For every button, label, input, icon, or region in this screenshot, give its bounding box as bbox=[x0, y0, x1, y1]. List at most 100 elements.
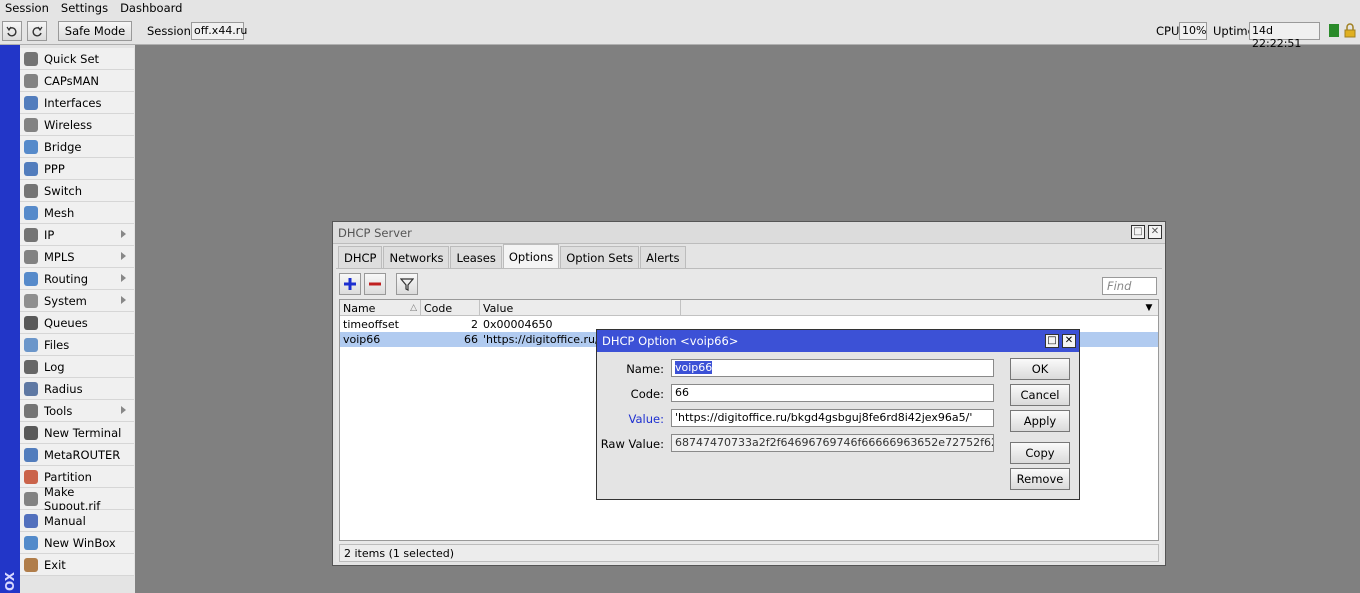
submenu-arrow-icon bbox=[121, 230, 126, 238]
code-label: Code: bbox=[630, 387, 664, 401]
sidebar-item-switch[interactable]: Switch bbox=[20, 180, 134, 202]
sidebar-item-label: New Terminal bbox=[44, 425, 122, 440]
terminal-icon bbox=[24, 426, 38, 440]
code-field[interactable]: 66 bbox=[671, 384, 994, 402]
menu-session[interactable]: Session bbox=[5, 1, 49, 15]
sidebar-item-manual[interactable]: Manual bbox=[20, 510, 134, 532]
sidebar-item-bridge[interactable]: Bridge bbox=[20, 136, 134, 158]
sidebar-item-wireless[interactable]: Wireless bbox=[20, 114, 134, 136]
tab-dhcp[interactable]: DHCP bbox=[338, 246, 383, 268]
sidebar-item-ppp[interactable]: PPP bbox=[20, 158, 134, 180]
sidebar-item-tools[interactable]: Tools bbox=[20, 400, 134, 422]
sidebar-item-mesh[interactable]: Mesh bbox=[20, 202, 134, 224]
window-title: DHCP Server bbox=[338, 225, 412, 240]
tab-alerts[interactable]: Alerts bbox=[640, 246, 686, 268]
window-titlebar[interactable]: DHCP Server □ ✕ bbox=[333, 222, 1165, 244]
sidebar-item-label: Quick Set bbox=[44, 51, 100, 66]
column-header-name[interactable]: Name △ bbox=[340, 300, 421, 316]
sidebar-item-mpls[interactable]: MPLS bbox=[20, 246, 134, 268]
filter-button[interactable] bbox=[396, 273, 418, 295]
undo-button[interactable] bbox=[2, 21, 22, 41]
winbox-icon bbox=[24, 536, 38, 550]
cell-code: 66 bbox=[464, 333, 478, 346]
maximize-icon: □ bbox=[1133, 226, 1143, 237]
status-bar: 2 items (1 selected) bbox=[339, 544, 1159, 562]
menu-dashboard[interactable]: Dashboard bbox=[120, 1, 182, 15]
status-indicator bbox=[1329, 24, 1339, 37]
value-field[interactable]: 'https://digitoffice.ru/bkgd4gsbguj8fe6r… bbox=[671, 409, 994, 427]
cancel-button[interactable]: Cancel bbox=[1010, 384, 1070, 406]
sidebar-item-make-supout-rif[interactable]: Make Supout.rif bbox=[20, 485, 134, 513]
column-header-value[interactable]: Value bbox=[480, 300, 681, 316]
tab-options[interactable]: Options bbox=[502, 244, 560, 268]
sidebar-item-label: Exit bbox=[44, 557, 66, 572]
remove-option-button[interactable]: Remove bbox=[1010, 468, 1070, 490]
tab-leases[interactable]: Leases bbox=[450, 246, 502, 268]
session-label: Session: bbox=[147, 24, 195, 38]
maximize-icon: □ bbox=[1047, 335, 1057, 346]
sidebar-item-label: Mesh bbox=[44, 205, 75, 220]
remove-button[interactable] bbox=[364, 273, 386, 295]
redo-icon bbox=[32, 26, 43, 37]
sidebar-item-ip[interactable]: IP bbox=[20, 224, 134, 246]
sidebar-item-label: Log bbox=[44, 359, 65, 374]
close-button[interactable]: ✕ bbox=[1148, 225, 1162, 239]
sidebar: OX Quick Set CAPsMAN Interfaces Wireless Bri… bbox=[0, 45, 135, 593]
tab-bar: DHCP Networks Leases Options Option Sets Aler… bbox=[338, 244, 687, 268]
ppp-icon bbox=[24, 162, 38, 176]
column-header-code[interactable]: Code bbox=[421, 300, 480, 316]
dialog-close-button[interactable]: ✕ bbox=[1062, 334, 1076, 348]
add-button[interactable] bbox=[339, 273, 361, 295]
sidebar-item-files[interactable]: Files bbox=[20, 334, 134, 356]
sidebar-item-label: MPLS bbox=[44, 249, 75, 264]
filter-icon bbox=[400, 278, 414, 291]
tab-option-sets[interactable]: Option Sets bbox=[560, 246, 640, 268]
mpls-icon bbox=[24, 250, 38, 264]
log-icon bbox=[24, 360, 38, 374]
raw-value-label: Raw Value: bbox=[600, 437, 664, 451]
sidebar-item-label: Routing bbox=[44, 271, 89, 286]
sidebar-item-queues[interactable]: Queues bbox=[20, 312, 134, 334]
column-menu-button[interactable]: ▼ bbox=[1142, 301, 1156, 314]
sidebar-item-label: Tools bbox=[44, 403, 73, 418]
folder-icon bbox=[24, 338, 38, 352]
find-input[interactable]: Find bbox=[1102, 277, 1157, 295]
sidebar-item-system[interactable]: System bbox=[20, 290, 134, 312]
name-field[interactable]: voip66 bbox=[671, 359, 994, 377]
sidebar-item-label: System bbox=[44, 293, 87, 308]
tools-icon bbox=[24, 404, 38, 418]
gear-icon bbox=[24, 294, 38, 308]
sidebar-item-label: Wireless bbox=[44, 117, 93, 132]
lock-icon bbox=[1344, 23, 1356, 38]
sidebar-item-label: CAPsMAN bbox=[44, 73, 100, 88]
sidebar-item-log[interactable]: Log bbox=[20, 356, 134, 378]
copy-button[interactable]: Copy bbox=[1010, 442, 1070, 464]
sidebar-item-quick-set[interactable]: Quick Set bbox=[20, 48, 134, 70]
sidebar-item-routing[interactable]: Routing bbox=[20, 268, 134, 290]
dialog-maximize-button[interactable]: □ bbox=[1045, 334, 1059, 348]
antenna-icon bbox=[24, 118, 38, 132]
sidebar-item-metarouter[interactable]: MetaROUTER bbox=[20, 444, 134, 466]
safe-mode-button[interactable]: Safe Mode bbox=[58, 21, 132, 41]
sidebar-item-label: Partition bbox=[44, 469, 92, 484]
undo-icon bbox=[6, 26, 17, 37]
redo-button[interactable] bbox=[27, 21, 47, 41]
sidebar-item-interfaces[interactable]: Interfaces bbox=[20, 92, 134, 114]
sidebar-item-new-winbox[interactable]: New WinBox bbox=[20, 532, 134, 554]
sidebar-item-exit[interactable]: Exit bbox=[20, 554, 134, 576]
routing-icon bbox=[24, 272, 38, 286]
minus-icon bbox=[369, 282, 381, 286]
dialog-titlebar[interactable]: DHCP Option <voip66> □ ✕ bbox=[597, 330, 1079, 352]
sidebar-item-radius[interactable]: Radius bbox=[20, 378, 134, 400]
apply-button[interactable]: Apply bbox=[1010, 410, 1070, 432]
maximize-button[interactable]: □ bbox=[1131, 225, 1145, 239]
submenu-arrow-icon bbox=[121, 296, 126, 304]
sidebar-item-capsman[interactable]: CAPsMAN bbox=[20, 70, 134, 92]
brand-strip: OX bbox=[0, 45, 20, 593]
exit-icon bbox=[24, 558, 38, 572]
menu-settings[interactable]: Settings bbox=[61, 1, 108, 15]
sidebar-item-new-terminal[interactable]: New Terminal bbox=[20, 422, 134, 444]
ok-button[interactable]: OK bbox=[1010, 358, 1070, 380]
tab-networks[interactable]: Networks bbox=[383, 246, 450, 268]
antenna-icon bbox=[24, 74, 38, 88]
